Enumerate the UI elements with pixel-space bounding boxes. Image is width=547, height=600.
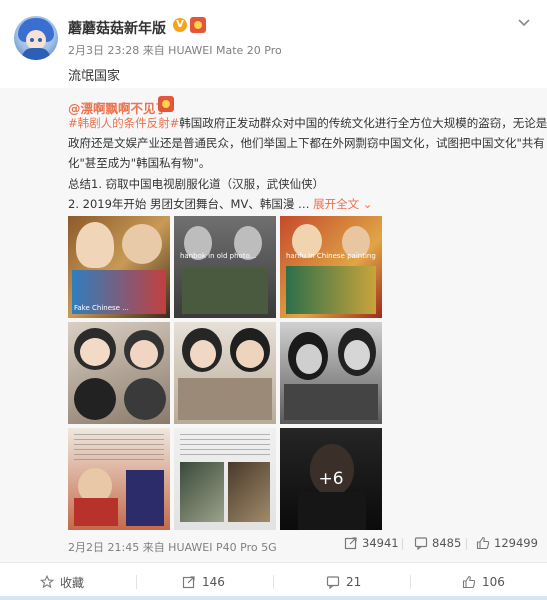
new-year-badge-icon <box>158 96 174 112</box>
hashtag-link[interactable]: #韩剧人的条件反射# <box>68 116 179 130</box>
comment-icon <box>414 536 428 550</box>
image-grid: Fake Chinese ... hanbok in old photo... … <box>68 216 382 530</box>
new-year-badge-icon <box>190 17 206 33</box>
favorite-button[interactable]: 收藏 <box>40 563 84 600</box>
chevron-down-icon[interactable]: ⌄ <box>359 197 373 211</box>
repost-line-2: 政府还是文娱产业还是普通民众，他们举国上下都在外网剽窃中国文化，试图把中国文化"… <box>68 136 545 150</box>
repost-comment-count[interactable]: 8485 <box>414 536 461 550</box>
star-icon <box>40 575 54 589</box>
forward-icon <box>344 536 358 550</box>
image-thumb[interactable]: hanfu in Chinese painting <box>280 216 382 318</box>
divider <box>466 538 467 550</box>
image-thumb[interactable]: +6 <box>280 428 382 530</box>
repost-forward-count[interactable]: 34941 <box>344 536 399 550</box>
repost-line-4: 总结1. 窃取中国电视剧服化道（汉服，武侠仙侠） <box>68 177 325 191</box>
like-button[interactable]: 106 <box>462 563 505 600</box>
divider <box>273 575 274 589</box>
image-thumb[interactable] <box>68 428 170 530</box>
thumbs-up-icon <box>476 536 490 550</box>
expand-full-text-link[interactable]: 展开全文 <box>313 197 359 211</box>
username[interactable]: 蘑蘑菇菇新年版 <box>68 18 166 38</box>
user-avatar[interactable] <box>14 16 58 60</box>
thumbs-up-icon <box>462 575 476 589</box>
image-thumb[interactable] <box>280 322 382 424</box>
action-bar: 收藏 146 21 106 <box>0 562 547 600</box>
weibo-post-card: 蘑蘑菇菇新年版 V 2月3日 23:28 来自 HUAWEI Mate 20 P… <box>0 0 547 600</box>
verified-badge-icon: V <box>173 18 187 32</box>
divider <box>402 538 403 550</box>
post-meta: 2月3日 23:28 来自 HUAWEI Mate 20 Pro <box>68 44 282 57</box>
more-images-overlay[interactable]: +6 <box>280 428 382 530</box>
image-thumb[interactable]: hanbok in old photo... <box>174 216 276 318</box>
forward-icon <box>182 575 196 589</box>
comment-button[interactable]: 21 <box>326 563 361 600</box>
image-thumb[interactable]: Fake Chinese ... <box>68 216 170 318</box>
bottom-divider <box>0 596 547 600</box>
repost-line-5: 2. 2019年开始 男团女团舞台、MV、韩国漫 … 展开全文 ⌄ <box>68 197 373 211</box>
image-thumb[interactable] <box>68 322 170 424</box>
repost-meta: 2月2日 21:45 来自 HUAWEI P40 Pro 5G <box>68 541 277 554</box>
image-thumb[interactable] <box>174 322 276 424</box>
post-text: 流氓国家 <box>68 69 121 84</box>
forward-button[interactable]: 146 <box>182 563 225 600</box>
repost-like-count[interactable]: 129499 <box>476 536 538 550</box>
repost-line-3: 化"甚至成为"韩国私有物"。 <box>68 156 211 170</box>
image-thumb[interactable] <box>174 428 276 530</box>
repost-line-1: #韩剧人的条件反射#韩国政府正发动群众对中国的传统文化进行全方位大规模的盗窃，无… <box>68 116 547 130</box>
divider <box>136 575 137 589</box>
divider <box>410 575 411 589</box>
comment-icon <box>326 575 340 589</box>
chevron-down-icon[interactable] <box>516 14 532 30</box>
